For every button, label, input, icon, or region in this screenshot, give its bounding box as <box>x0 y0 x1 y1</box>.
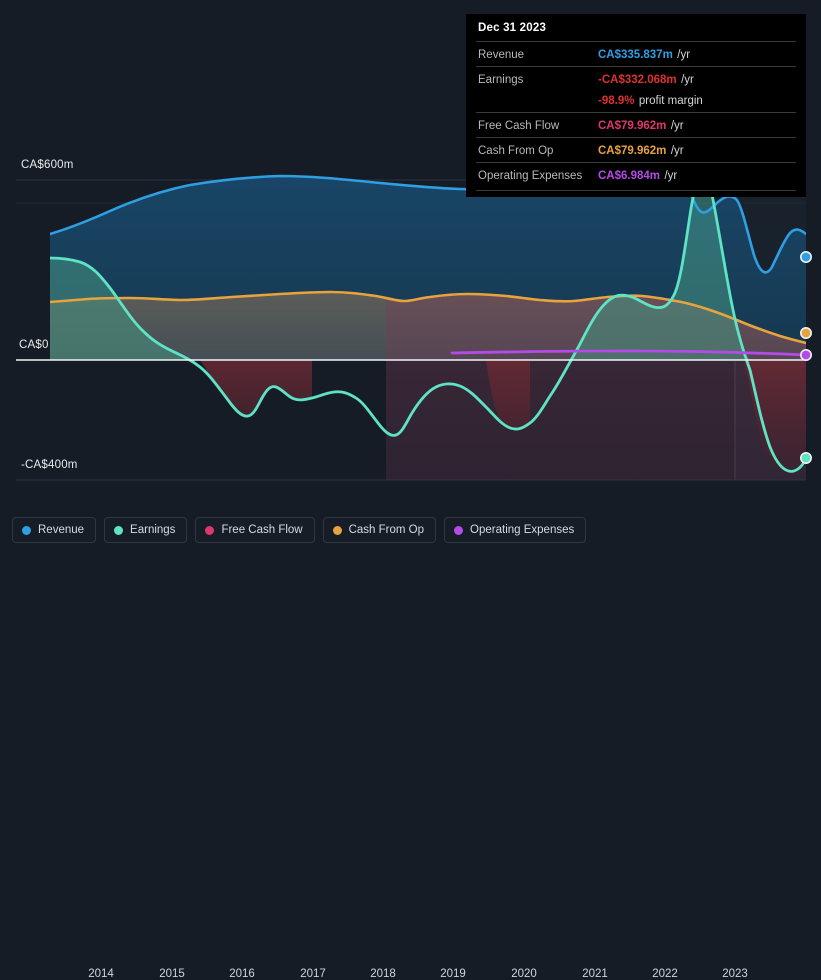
chart-plot-area <box>0 155 821 485</box>
legend-dot-free-cash-flow-icon <box>205 525 215 535</box>
tooltip-row-free-cash-flow: Free Cash Flow CA$79.962m /yr <box>476 112 796 137</box>
tooltip-value-earnings: -CA$332.068m <box>598 74 677 86</box>
x-tick-2018: 2018 <box>370 968 396 980</box>
tooltip-bottom-divider <box>476 190 796 191</box>
x-tick-2023: 2023 <box>722 968 748 980</box>
y-axis-label-top: CA$600m <box>21 159 74 171</box>
legend-label-earnings: Earnings <box>130 524 176 536</box>
tooltip-label-free-cash-flow: Free Cash Flow <box>478 120 560 132</box>
tooltip-value-profit-margin: -98.9% <box>598 95 635 107</box>
legend-item-cash-from-op[interactable]: Cash From Op <box>322 517 437 543</box>
x-tick-2019: 2019 <box>440 968 466 980</box>
legend-dot-operating-expenses-icon <box>454 525 464 535</box>
tooltip-label-operating-expenses: Operating Expenses <box>478 170 583 182</box>
tooltip-unit-profit-margin: profit margin <box>638 95 703 107</box>
legend-label-revenue: Revenue <box>38 524 85 536</box>
tooltip-label-cash-from-op: Cash From Op <box>478 145 554 157</box>
tooltip-row-profit-margin: -98.9% profit margin <box>476 91 796 112</box>
tooltip-row-earnings: Earnings -CA$332.068m /yr <box>476 66 796 91</box>
tooltip-unit-operating-expenses: /yr <box>664 170 678 182</box>
tooltip-unit-free-cash-flow: /yr <box>670 120 684 132</box>
legend-label-cash-from-op: Cash From Op <box>348 524 425 536</box>
chart-page: CA$600m CA$0 -CA$400m 2014 2015 2016 201… <box>0 0 821 980</box>
tooltip-unit-cash-from-op: /yr <box>670 145 684 157</box>
tooltip-label-earnings: Earnings <box>478 74 524 86</box>
tooltip-row-operating-expenses: Operating Expenses CA$6.984m /yr <box>476 162 796 187</box>
tooltip-row-cash-from-op: Cash From Op CA$79.962m /yr <box>476 137 796 162</box>
x-tick-2021: 2021 <box>582 968 608 980</box>
x-tick-2020: 2020 <box>511 968 537 980</box>
x-axis: 2014 2015 2016 2017 2018 2019 2020 2021 … <box>0 484 821 980</box>
tooltip-value-revenue: CA$335.837m <box>598 49 673 61</box>
legend-label-free-cash-flow: Free Cash Flow <box>221 524 303 536</box>
legend-dot-cash-from-op-icon <box>332 525 342 535</box>
chart-svg <box>16 155 812 481</box>
legend-item-revenue[interactable]: Revenue <box>12 517 97 543</box>
legend-item-free-cash-flow[interactable]: Free Cash Flow <box>195 517 315 543</box>
chart-legend: Revenue Earnings Free Cash Flow Cash Fro… <box>12 517 587 543</box>
legend-dot-revenue-icon <box>22 525 31 535</box>
endpoint-earnings <box>799 451 812 464</box>
endpoint-revenue <box>799 251 812 264</box>
x-tick-2016: 2016 <box>229 968 255 980</box>
y-axis-label-zero: CA$0 <box>19 339 49 351</box>
tooltip-value-operating-expenses: CA$6.984m <box>598 170 661 182</box>
legend-label-operating-expenses: Operating Expenses <box>470 524 575 536</box>
x-tick-2017: 2017 <box>300 968 326 980</box>
x-tick-2014: 2014 <box>88 968 114 980</box>
legend-item-earnings[interactable]: Earnings <box>104 517 188 543</box>
tooltip-value-cash-from-op: CA$79.962m <box>598 145 667 157</box>
tooltip-row-revenue: Revenue CA$335.837m /yr <box>476 41 796 66</box>
tooltip-value-free-cash-flow: CA$79.962m <box>598 120 667 132</box>
legend-item-operating-expenses[interactable]: Operating Expenses <box>444 517 587 543</box>
y-axis-label-bottom: -CA$400m <box>21 459 78 471</box>
x-tick-2015: 2015 <box>159 968 185 980</box>
endpoint-operatingexpenses <box>799 349 812 362</box>
endpoint-cashfromop <box>799 327 812 340</box>
tooltip-unit-earnings: /yr <box>681 74 694 86</box>
x-tick-2022: 2022 <box>652 968 678 980</box>
tooltip-unit-revenue: /yr <box>677 49 691 61</box>
tooltip-label-revenue: Revenue <box>478 49 525 61</box>
tooltip-date: Dec 31 2023 <box>478 22 547 34</box>
data-tooltip: Dec 31 2023 Revenue CA$335.837m /yr Earn… <box>466 14 806 197</box>
legend-dot-earnings-icon <box>114 525 124 535</box>
